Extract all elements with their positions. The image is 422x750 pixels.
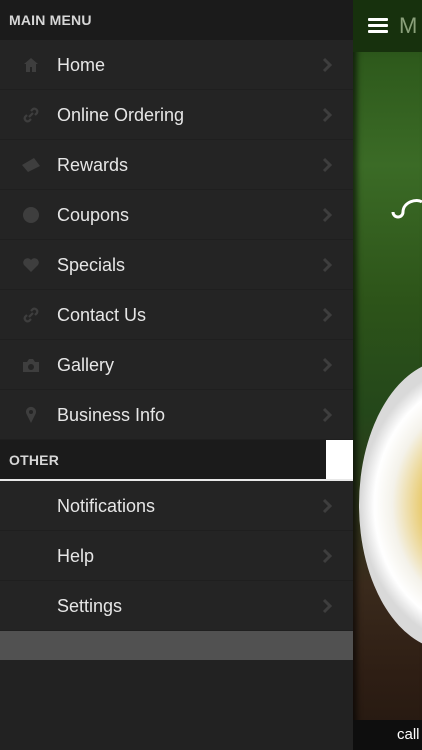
menu-item-notifications[interactable]: Notifications	[0, 481, 353, 531]
chevron-right-icon	[322, 407, 333, 423]
food-plate-image	[359, 360, 422, 650]
main-content-panel[interactable]: M call	[353, 0, 422, 750]
top-nav-bar: M	[353, 0, 422, 52]
menu-item-home[interactable]: Home	[0, 40, 353, 90]
menu-item-label: Settings	[57, 596, 123, 616]
menu-item-label: Business Info	[57, 405, 166, 425]
menu-item-help[interactable]: Help	[0, 531, 353, 581]
link-icon	[21, 105, 41, 125]
menu-item-settings[interactable]: Settings	[0, 581, 353, 631]
menu-item-coupons[interactable]: Coupons	[0, 190, 353, 240]
heart-icon	[21, 255, 41, 275]
call-label: call	[397, 726, 420, 743]
chevron-right-icon	[322, 257, 333, 273]
menu-item-rewards[interactable]: Rewards	[0, 140, 353, 190]
call-bar[interactable]: call	[353, 720, 422, 750]
menu-item-label: Notifications	[57, 496, 156, 516]
menu-item-contact-us[interactable]: Contact Us	[0, 290, 353, 340]
menu-item-specials[interactable]: Specials	[0, 240, 353, 290]
chevron-right-icon	[322, 357, 333, 373]
menu-item-label: Gallery	[57, 355, 115, 375]
app-title: M	[399, 13, 418, 38]
menu-item-label: Rewards	[57, 155, 129, 175]
chevron-right-icon	[322, 548, 333, 564]
menu-item-label: Specials	[57, 255, 126, 275]
home-icon	[21, 55, 41, 75]
menu-item-online-ordering[interactable]: Online Ordering	[0, 90, 353, 140]
chevron-right-icon	[322, 307, 333, 323]
menu-item-gallery[interactable]: Gallery	[0, 340, 353, 390]
menu-item-business-info[interactable]: Business Info	[0, 390, 353, 440]
main-menu-header: MAIN MENU	[0, 0, 353, 40]
menu-item-label: Online Ordering	[57, 105, 185, 125]
chevron-right-icon	[322, 107, 333, 123]
menu-item-label: Help	[57, 546, 95, 566]
chevron-right-icon	[322, 157, 333, 173]
camera-icon	[21, 355, 41, 375]
chevron-right-icon	[322, 57, 333, 73]
location-pin-icon	[21, 405, 41, 425]
chevron-right-icon	[322, 207, 333, 223]
chevron-right-icon	[322, 498, 333, 514]
circle-icon	[21, 205, 41, 225]
menu-item-label: Contact Us	[57, 305, 147, 325]
menu-item-label: Home	[57, 55, 106, 75]
hamburger-menu-icon[interactable]	[368, 18, 388, 34]
other-menu-header: OTHER	[0, 440, 353, 481]
ticket-icon	[21, 155, 41, 175]
link-icon	[21, 305, 41, 325]
logo-swirl-icon	[391, 198, 422, 219]
drawer-footer-bar	[0, 631, 353, 660]
side-drawer: MAIN MENU Home Online Ordering Rewards C…	[0, 0, 353, 750]
other-menu-header-label: OTHER	[9, 451, 59, 468]
chevron-right-icon	[322, 598, 333, 614]
menu-item-label: Coupons	[57, 205, 130, 225]
header-tab-indicator	[326, 440, 353, 479]
